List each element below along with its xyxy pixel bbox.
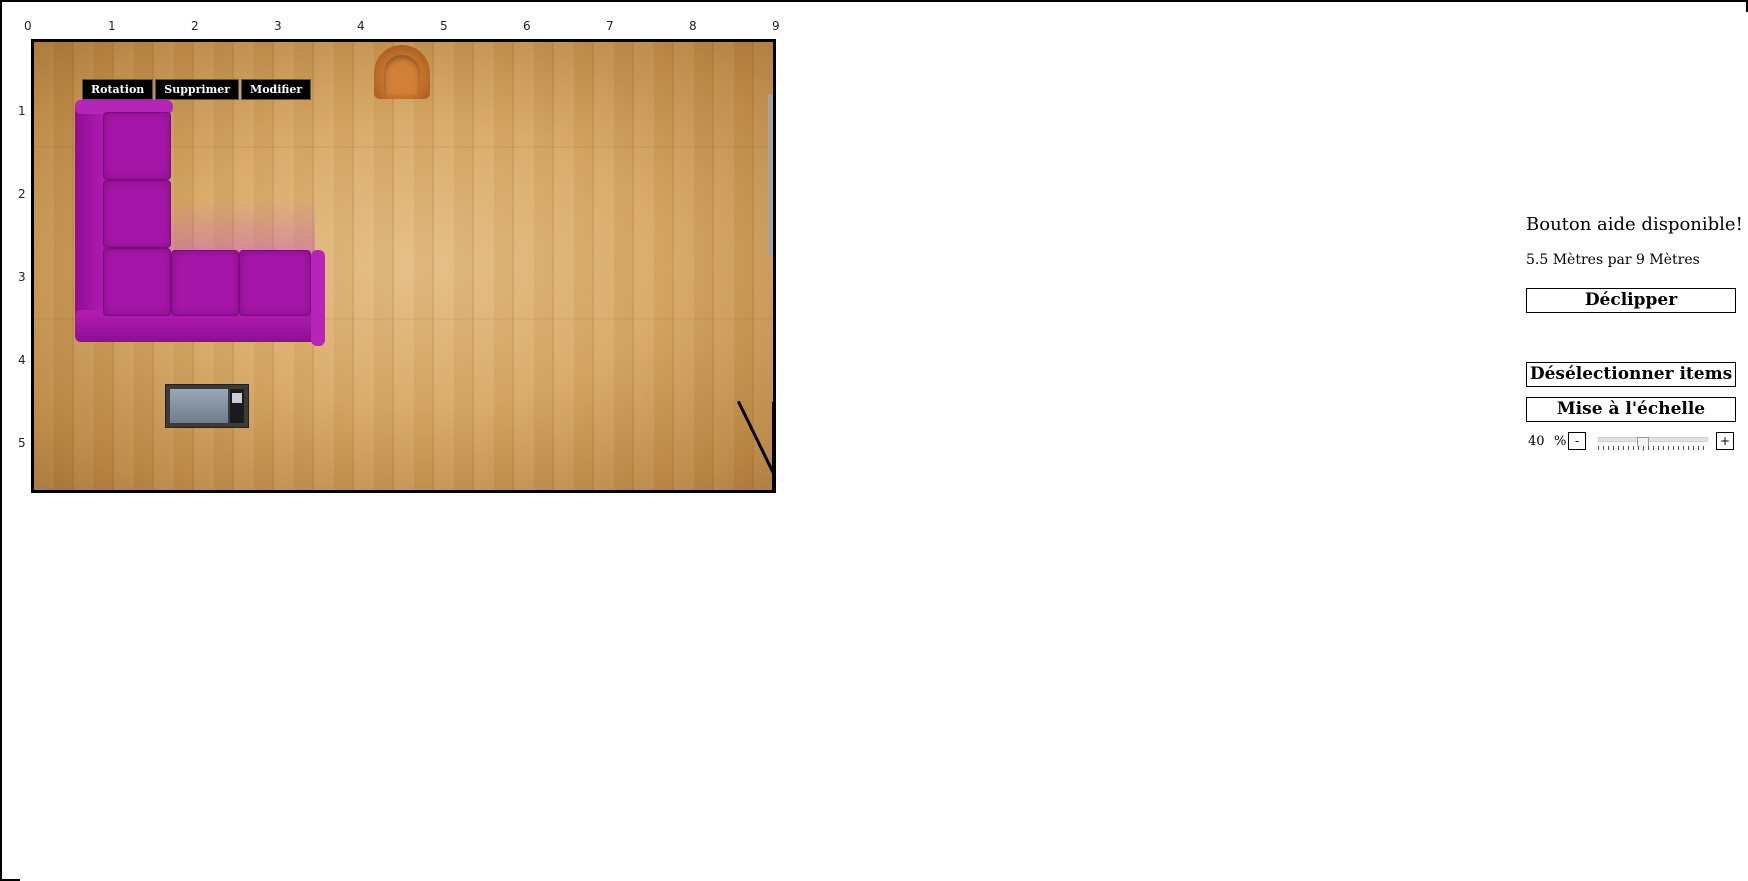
sofa-cushion [103, 112, 171, 180]
ruler-x-label: 6 [523, 19, 531, 33]
page-border-top [0, 0, 1748, 2]
ruler-x-label: 5 [440, 19, 448, 33]
modify-button[interactable]: Modifier [241, 79, 312, 100]
zoom-value: 40 [1528, 434, 1545, 449]
help-notice: Bouton aide disponible! [1526, 214, 1743, 235]
zoom-control: 40 % - + [1526, 432, 1738, 454]
delete-button[interactable]: Supprimer [155, 79, 240, 100]
sofa-cushion [171, 250, 239, 316]
ruler-x-label: 8 [689, 19, 697, 33]
sofa-cushion [103, 248, 171, 316]
ruler-y-label: 5 [18, 436, 26, 450]
zoom-out-button[interactable]: - [1568, 432, 1586, 450]
zoom-unit: % [1554, 434, 1567, 449]
armchair-seat [384, 55, 420, 95]
ruler-y-label: 2 [18, 187, 26, 201]
wall-window-marker[interactable] [768, 94, 773, 256]
ruler-x-label: 4 [357, 19, 365, 33]
sofa-cushion [239, 250, 311, 316]
scale-button[interactable]: Mise à l'échelle [1526, 397, 1736, 422]
ruler-x-label: 3 [274, 19, 282, 33]
sofa-arm [311, 250, 325, 346]
page-border-left [0, 0, 2, 881]
item-toolbar: Rotation Supprimer Modifier [82, 79, 313, 100]
rotate-button[interactable]: Rotation [82, 79, 154, 100]
ruler-x-label: 1 [108, 19, 116, 33]
ruler-x-label: 2 [191, 19, 199, 33]
ruler-x-label: 7 [606, 19, 614, 33]
unclip-button[interactable]: Déclipper [1526, 288, 1736, 313]
deselect-items-button[interactable]: Désélectionner items [1526, 362, 1736, 387]
ruler-y-label: 3 [18, 270, 26, 284]
zoom-in-button[interactable]: + [1716, 432, 1734, 450]
zoom-slider-ticks [1598, 446, 1708, 450]
ruler-y-label: 4 [18, 353, 26, 367]
armchair-item[interactable] [370, 45, 434, 99]
bed-item[interactable] [165, 384, 249, 428]
door-jamb [772, 402, 773, 490]
bed-mattress [170, 389, 228, 423]
ruler-y-label: 1 [18, 104, 26, 118]
zoom-slider[interactable] [1598, 437, 1708, 451]
ruler-x-label: 9 [772, 19, 780, 33]
bed-pillow [232, 393, 242, 403]
sofa-item-selected[interactable] [75, 100, 325, 346]
room-dimensions: 5.5 Mètres par 9 Mètres [1526, 252, 1700, 268]
sofa-cushion [103, 180, 171, 248]
ruler-x-label: 0 [24, 19, 32, 33]
